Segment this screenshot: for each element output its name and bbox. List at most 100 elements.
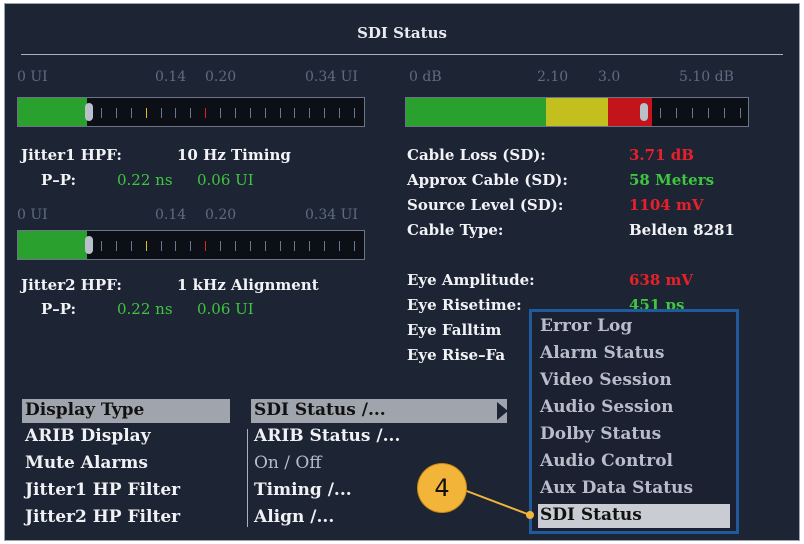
meter-tick: [130, 241, 132, 251]
popup-item-alarm-status[interactable]: Alarm Status: [540, 343, 664, 363]
jitter1-scale-a: 0.14: [155, 69, 187, 85]
menu-jitter1-hp-filter[interactable]: Jitter1 HP Filter: [25, 480, 180, 500]
jitter2-hpf-label: Jitter2 HPF:: [21, 276, 122, 294]
jitter2-scale-a: 0.14: [155, 207, 187, 223]
popup-item-aux-data-status[interactable]: Aux Data Status: [540, 478, 693, 498]
menu-jitter2-hp-filter[interactable]: Jitter2 HP Filter: [25, 507, 180, 527]
meter-tick: [234, 108, 236, 118]
meter-tick: [220, 108, 222, 118]
meter-marker: [85, 236, 93, 254]
jitter1-pp-ns: 0.22 ns: [117, 171, 173, 189]
meter-tick: [264, 241, 266, 251]
meter-tick: [339, 241, 341, 251]
meter-tick: [160, 108, 162, 118]
meter-tick: [339, 108, 341, 118]
meter-tick: [234, 241, 236, 251]
meter-tick: [740, 108, 741, 118]
meter-segment: [406, 98, 546, 126]
jitter2-pp-ns: 0.22 ns: [117, 300, 173, 318]
meter-tick: [130, 108, 132, 118]
meter-tick: [708, 108, 709, 118]
cable-type-value: Belden 8281: [629, 221, 735, 239]
jitter1-pp-label: P–P:: [41, 171, 77, 189]
meter-tick: [175, 108, 177, 118]
meter-marker: [85, 103, 93, 121]
jitter1-hpf-label: Jitter1 HPF:: [21, 146, 122, 164]
cable-scale-a: 2.10: [537, 69, 569, 85]
jitter2-hpf-value: 1 kHz Alignment: [177, 276, 319, 294]
eye-falltime-label: Eye Falltim: [407, 321, 502, 339]
jitter2-scale-min: 0 UI: [17, 207, 48, 223]
meter-green-segment: [18, 231, 87, 259]
menu-value-arib-status[interactable]: ARIB Status /...: [254, 426, 400, 446]
display-type-popup: Error Log Alarm Status Video Session Aud…: [529, 309, 739, 534]
jitter1-pp-ui: 0.06 UI: [197, 171, 254, 189]
eye-rise-fall-label: Eye Rise–Fa: [407, 346, 506, 364]
meter-tick: [115, 108, 117, 118]
meter-tick: [101, 108, 102, 118]
jitter1-scale-max: 0.34 UI: [305, 69, 358, 85]
meter-tick: [279, 108, 281, 118]
jitter1-scale-b: 0.20: [205, 69, 237, 85]
cable-loss-meter: [405, 97, 749, 127]
meter-marker: [640, 103, 648, 121]
meter-tick: [101, 241, 102, 251]
menu-value-timing[interactable]: Timing /...: [254, 480, 352, 500]
meter-tick: [175, 241, 177, 251]
meter-tick: [294, 108, 296, 118]
jitter1-hpf-value: 10 Hz Timing: [177, 146, 291, 164]
meter-tick: [145, 108, 147, 118]
menu-value-sdi-status[interactable]: SDI Status /...: [254, 400, 386, 420]
approx-cable-value: 58 Meters: [629, 171, 715, 189]
meter-tick: [660, 108, 661, 118]
menu-display-type[interactable]: Display Type: [25, 400, 144, 420]
eye-risetime-label: Eye Risetime:: [407, 296, 522, 314]
cable-scale-min: 0 dB: [409, 69, 442, 85]
cable-type-label: Cable Type:: [407, 221, 504, 239]
popup-item-error-log[interactable]: Error Log: [540, 316, 632, 336]
popup-item-dolby-status[interactable]: Dolby Status: [540, 424, 661, 444]
meter-tick: [220, 241, 222, 251]
title-divider: [21, 54, 783, 55]
meter-tick: [324, 108, 326, 118]
meter-tick: [160, 241, 162, 251]
jitter1-scale-min: 0 UI: [17, 69, 48, 85]
cable-scale-b: 3.0: [598, 69, 621, 85]
source-level-value: 1104 mV: [629, 196, 704, 214]
popup-item-sdi-status[interactable]: SDI Status: [540, 505, 642, 525]
meter-segment: [546, 98, 608, 126]
jitter2-scale-b: 0.20: [205, 207, 237, 223]
meter-tick: [205, 241, 207, 251]
eye-amplitude-label: Eye Amplitude:: [407, 271, 535, 289]
jitter1-meter: [17, 97, 365, 127]
meter-tick: [264, 108, 266, 118]
meter-tick: [724, 108, 725, 118]
meter-green-segment: [18, 98, 87, 126]
meter-tick: [309, 108, 311, 118]
submenu-arrow-icon: [497, 402, 508, 420]
jitter2-meter: [17, 230, 365, 260]
menu-arib-display[interactable]: ARIB Display: [25, 426, 151, 446]
popup-item-audio-session[interactable]: Audio Session: [540, 397, 674, 417]
popup-item-video-session[interactable]: Video Session: [540, 370, 672, 390]
approx-cable-label: Approx Cable (SD):: [407, 171, 568, 189]
meter-tick: [279, 241, 281, 251]
cable-loss-label: Cable Loss (SD):: [407, 146, 546, 164]
meter-tick: [190, 241, 192, 251]
meter-tick: [354, 108, 355, 118]
meter-tick: [294, 241, 296, 251]
popup-item-audio-control[interactable]: Audio Control: [540, 451, 673, 471]
meter-tick: [676, 108, 677, 118]
meter-tick: [115, 241, 117, 251]
meter-tick: [354, 241, 355, 251]
menu-value-align[interactable]: Align /...: [254, 507, 334, 527]
eye-amplitude-value: 638 mV: [629, 271, 694, 289]
meter-tick: [249, 108, 251, 118]
meter-tick: [324, 241, 326, 251]
meter-tick: [692, 108, 693, 118]
menu-mute-alarms[interactable]: Mute Alarms: [25, 453, 148, 473]
source-level-label: Source Level (SD):: [407, 196, 564, 214]
callout-leader-line: [463, 489, 534, 519]
meter-tick: [309, 241, 311, 251]
menu-value-on-off[interactable]: On / Off: [254, 453, 321, 473]
